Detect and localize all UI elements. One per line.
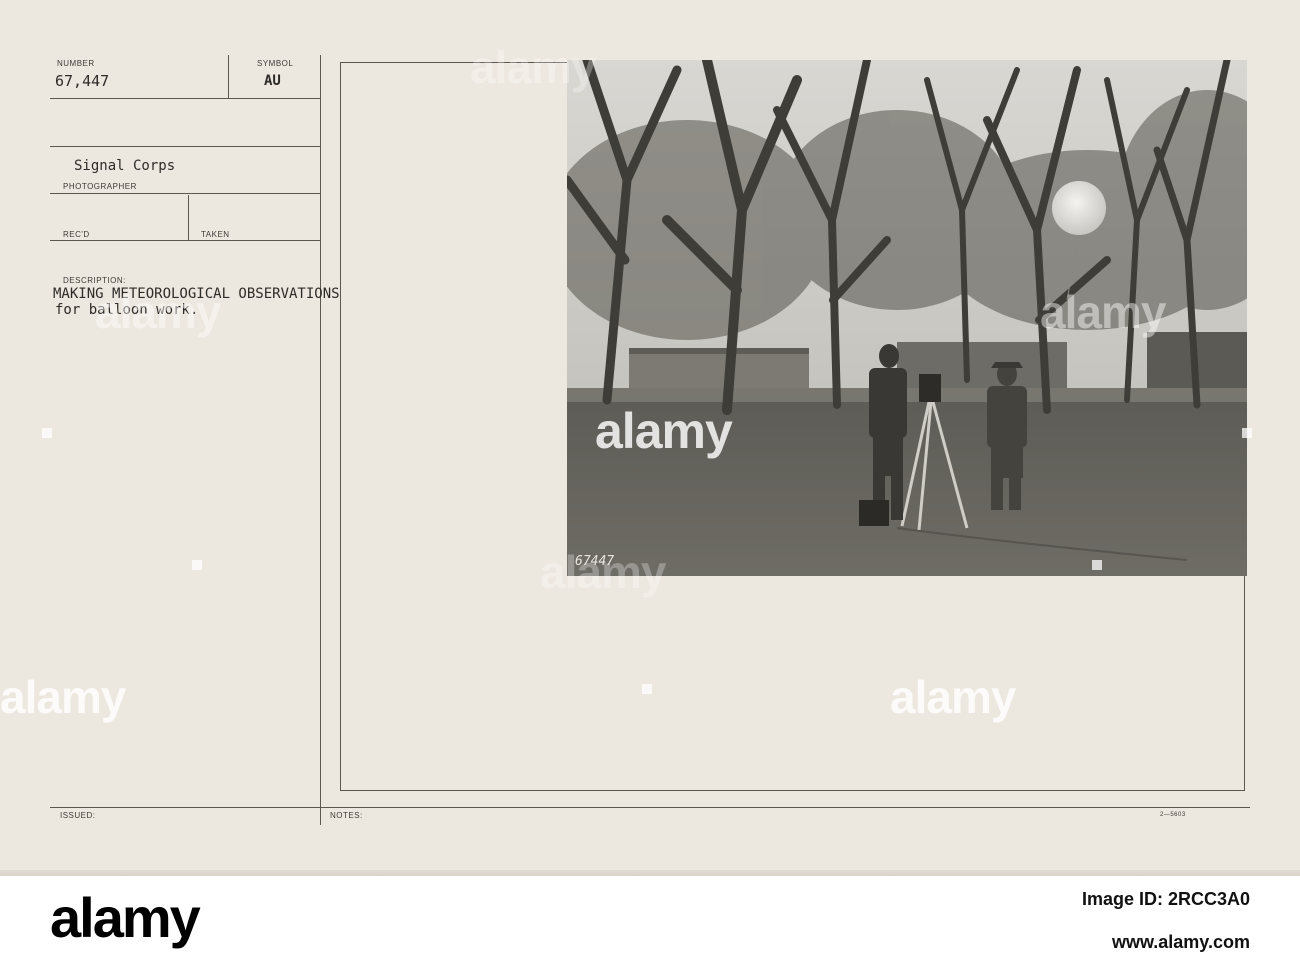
site-link[interactable]: www.alamy.com xyxy=(1082,932,1250,953)
recd-label: REC'D xyxy=(63,230,90,239)
archive-card: NUMBER 67,447 SYMBOL AU Signal Corps PHO… xyxy=(0,0,1300,876)
issued-label: ISSUED: xyxy=(60,811,96,820)
rule-recd xyxy=(50,240,320,241)
taken-label: TAKEN xyxy=(201,230,230,239)
watermark: alamy xyxy=(470,41,596,93)
watermark-dot xyxy=(192,560,202,570)
description-label: DESCRIPTION: xyxy=(63,276,126,285)
watermark-dot xyxy=(42,428,52,438)
frame-left xyxy=(340,62,341,790)
number-label: NUMBER xyxy=(57,59,95,68)
watermark: alamy xyxy=(0,671,126,723)
watermark: alamy xyxy=(890,671,1016,723)
rule-photographer xyxy=(50,193,320,194)
watermark: alamy xyxy=(95,286,221,338)
rule-bottom xyxy=(50,807,1250,808)
image-id: Image ID: 2RCC3A0 xyxy=(1081,889,1250,909)
rule-number-divider xyxy=(228,55,229,98)
notes-label: NOTES: xyxy=(330,811,363,820)
photographer-label: PHOTOGRAPHER xyxy=(63,182,137,191)
watermark-dot xyxy=(1092,560,1102,570)
rule-left-panel xyxy=(320,55,321,825)
watermark: alamy xyxy=(540,546,666,598)
frame-right xyxy=(1244,576,1245,790)
stock-logo[interactable]: alamy xyxy=(50,885,201,950)
stock-meta: Image ID: 2RCC3A0 www.alamy.com xyxy=(1082,889,1250,953)
photographer-value: Signal Corps xyxy=(74,158,176,174)
rule-photographer-top xyxy=(50,146,320,147)
watermark: alamy xyxy=(1040,286,1166,338)
symbol-value: AU xyxy=(264,73,281,89)
watermark-dot xyxy=(1242,428,1252,438)
watermark: alamy xyxy=(595,403,733,459)
watermark-dot xyxy=(642,684,652,694)
rule-recd-divider xyxy=(188,195,189,240)
number-value: 67,447 xyxy=(55,72,110,90)
frame-bottom xyxy=(340,790,1245,791)
form-code: 2—5603 xyxy=(1160,812,1186,818)
rule-number-row xyxy=(50,98,320,99)
symbol-label: SYMBOL xyxy=(257,59,294,68)
